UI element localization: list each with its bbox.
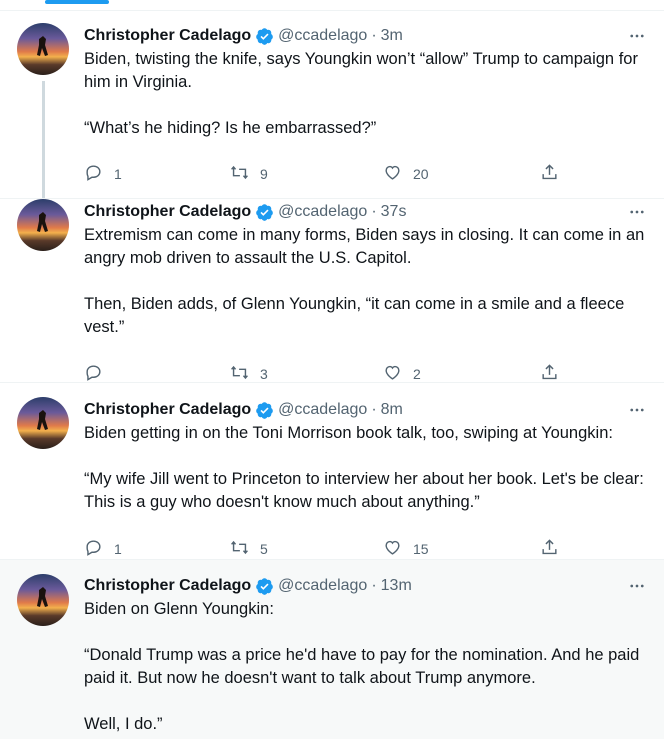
like-count: 20 xyxy=(413,166,429,182)
verified-badge-icon xyxy=(255,27,274,46)
separator: · xyxy=(371,203,377,220)
author-name[interactable]: Christopher Cadelago xyxy=(84,203,251,221)
retweet-button[interactable]: 5 xyxy=(230,538,268,560)
more-icon[interactable] xyxy=(626,577,648,595)
share-button[interactable] xyxy=(540,363,559,385)
more-icon[interactable] xyxy=(626,401,648,419)
reply-button[interactable]: 1 xyxy=(84,538,122,560)
like-icon xyxy=(383,538,402,560)
separator: · xyxy=(371,401,377,418)
tweet-text: Extremism can come in many forms, Biden … xyxy=(84,224,648,339)
more-icon[interactable] xyxy=(626,27,648,45)
share-button[interactable] xyxy=(540,538,559,560)
verified-badge-icon xyxy=(255,401,274,420)
tweet-text: Biden on Glenn Youngkin: “Donald Trump w… xyxy=(84,598,648,736)
timestamp[interactable]: 8m xyxy=(381,401,403,419)
timestamp[interactable]: 37s xyxy=(381,203,407,221)
verified-badge-icon xyxy=(255,577,274,596)
author-handle[interactable]: @ccadelago xyxy=(278,401,367,419)
separator: · xyxy=(371,577,377,594)
tweet-paragraph: “Donald Trump was a price he'd have to p… xyxy=(84,646,640,687)
tweet-paragraph: Then, Biden adds, of Glenn Youngkin, “it… xyxy=(84,295,625,336)
author-name[interactable]: Christopher Cadelago xyxy=(84,27,251,45)
like-count: 15 xyxy=(413,541,429,557)
like-count: 2 xyxy=(413,366,421,382)
like-button[interactable]: 2 xyxy=(383,363,421,385)
retweet-icon xyxy=(230,538,249,560)
retweet-icon xyxy=(230,363,249,385)
reply-count: 1 xyxy=(114,541,122,557)
tweet-3[interactable]: Christopher Cadelago @ccadelago · 8m Bid… xyxy=(0,383,664,560)
reply-count: 1 xyxy=(114,166,122,182)
verified-badge-icon xyxy=(255,203,274,222)
tweet-paragraph: “My wife Jill went to Princeton to inter… xyxy=(84,470,644,511)
tweet-paragraph: “What’s he hiding? Is he embarrassed?” xyxy=(84,119,377,137)
retweet-count: 9 xyxy=(260,166,268,182)
timestamp[interactable]: 13m xyxy=(381,577,412,595)
reply-icon xyxy=(84,363,103,385)
tweet-paragraph: Well, I do.” xyxy=(84,715,163,733)
retweet-button[interactable]: 3 xyxy=(230,363,268,385)
tweet-paragraph: Extremism can come in many forms, Biden … xyxy=(84,226,645,267)
share-icon xyxy=(540,363,559,385)
tweet-actions: 3 2 xyxy=(84,363,564,385)
tweet-paragraph: Biden, twisting the knife, says Youngkin… xyxy=(84,50,638,91)
reply-button[interactable] xyxy=(84,363,114,385)
tweet-actions: 1 5 15 xyxy=(84,538,564,560)
like-button[interactable]: 15 xyxy=(383,538,429,560)
active-tab-indicator xyxy=(45,0,109,4)
reply-button[interactable]: 1 xyxy=(84,163,122,185)
tweet-1[interactable]: Christopher Cadelago @ccadelago · 3m Bid… xyxy=(0,11,664,199)
share-button[interactable] xyxy=(540,163,559,185)
author-name[interactable]: Christopher Cadelago xyxy=(84,401,251,419)
like-icon xyxy=(383,163,402,185)
avatar[interactable] xyxy=(17,199,69,251)
avatar[interactable] xyxy=(17,574,69,626)
tweet-text: Biden getting in on the Toni Morrison bo… xyxy=(84,422,648,514)
author-handle[interactable]: @ccadelago xyxy=(278,27,367,45)
retweet-count: 3 xyxy=(260,366,268,382)
author-name[interactable]: Christopher Cadelago xyxy=(84,577,251,595)
reply-icon xyxy=(84,163,103,185)
tweet-paragraph: Biden getting in on the Toni Morrison bo… xyxy=(84,424,613,442)
reply-icon xyxy=(84,538,103,560)
avatar[interactable] xyxy=(17,23,69,75)
share-icon xyxy=(540,163,559,185)
tweet-text: Biden, twisting the knife, says Youngkin… xyxy=(84,48,648,140)
tweet-2[interactable]: Christopher Cadelago @ccadelago · 37s Ex… xyxy=(0,185,664,383)
tab-bar xyxy=(0,0,664,11)
share-icon xyxy=(540,538,559,560)
timestamp[interactable]: 3m xyxy=(381,27,403,45)
tweet-actions: 1 9 20 xyxy=(84,163,564,185)
author-handle[interactable]: @ccadelago xyxy=(278,203,367,221)
more-icon[interactable] xyxy=(626,203,648,221)
tweet-paragraph: Biden on Glenn Youngkin: xyxy=(84,600,274,618)
retweet-icon xyxy=(230,163,249,185)
separator: · xyxy=(371,27,377,44)
like-button[interactable]: 20 xyxy=(383,163,429,185)
like-icon xyxy=(383,363,402,385)
tweet-4[interactable]: Christopher Cadelago @ccadelago · 13m Bi… xyxy=(0,560,664,739)
thread-line xyxy=(42,81,45,198)
retweet-button[interactable]: 9 xyxy=(230,163,268,185)
retweet-count: 5 xyxy=(260,541,268,557)
author-handle[interactable]: @ccadelago xyxy=(278,577,367,595)
avatar[interactable] xyxy=(17,397,69,449)
